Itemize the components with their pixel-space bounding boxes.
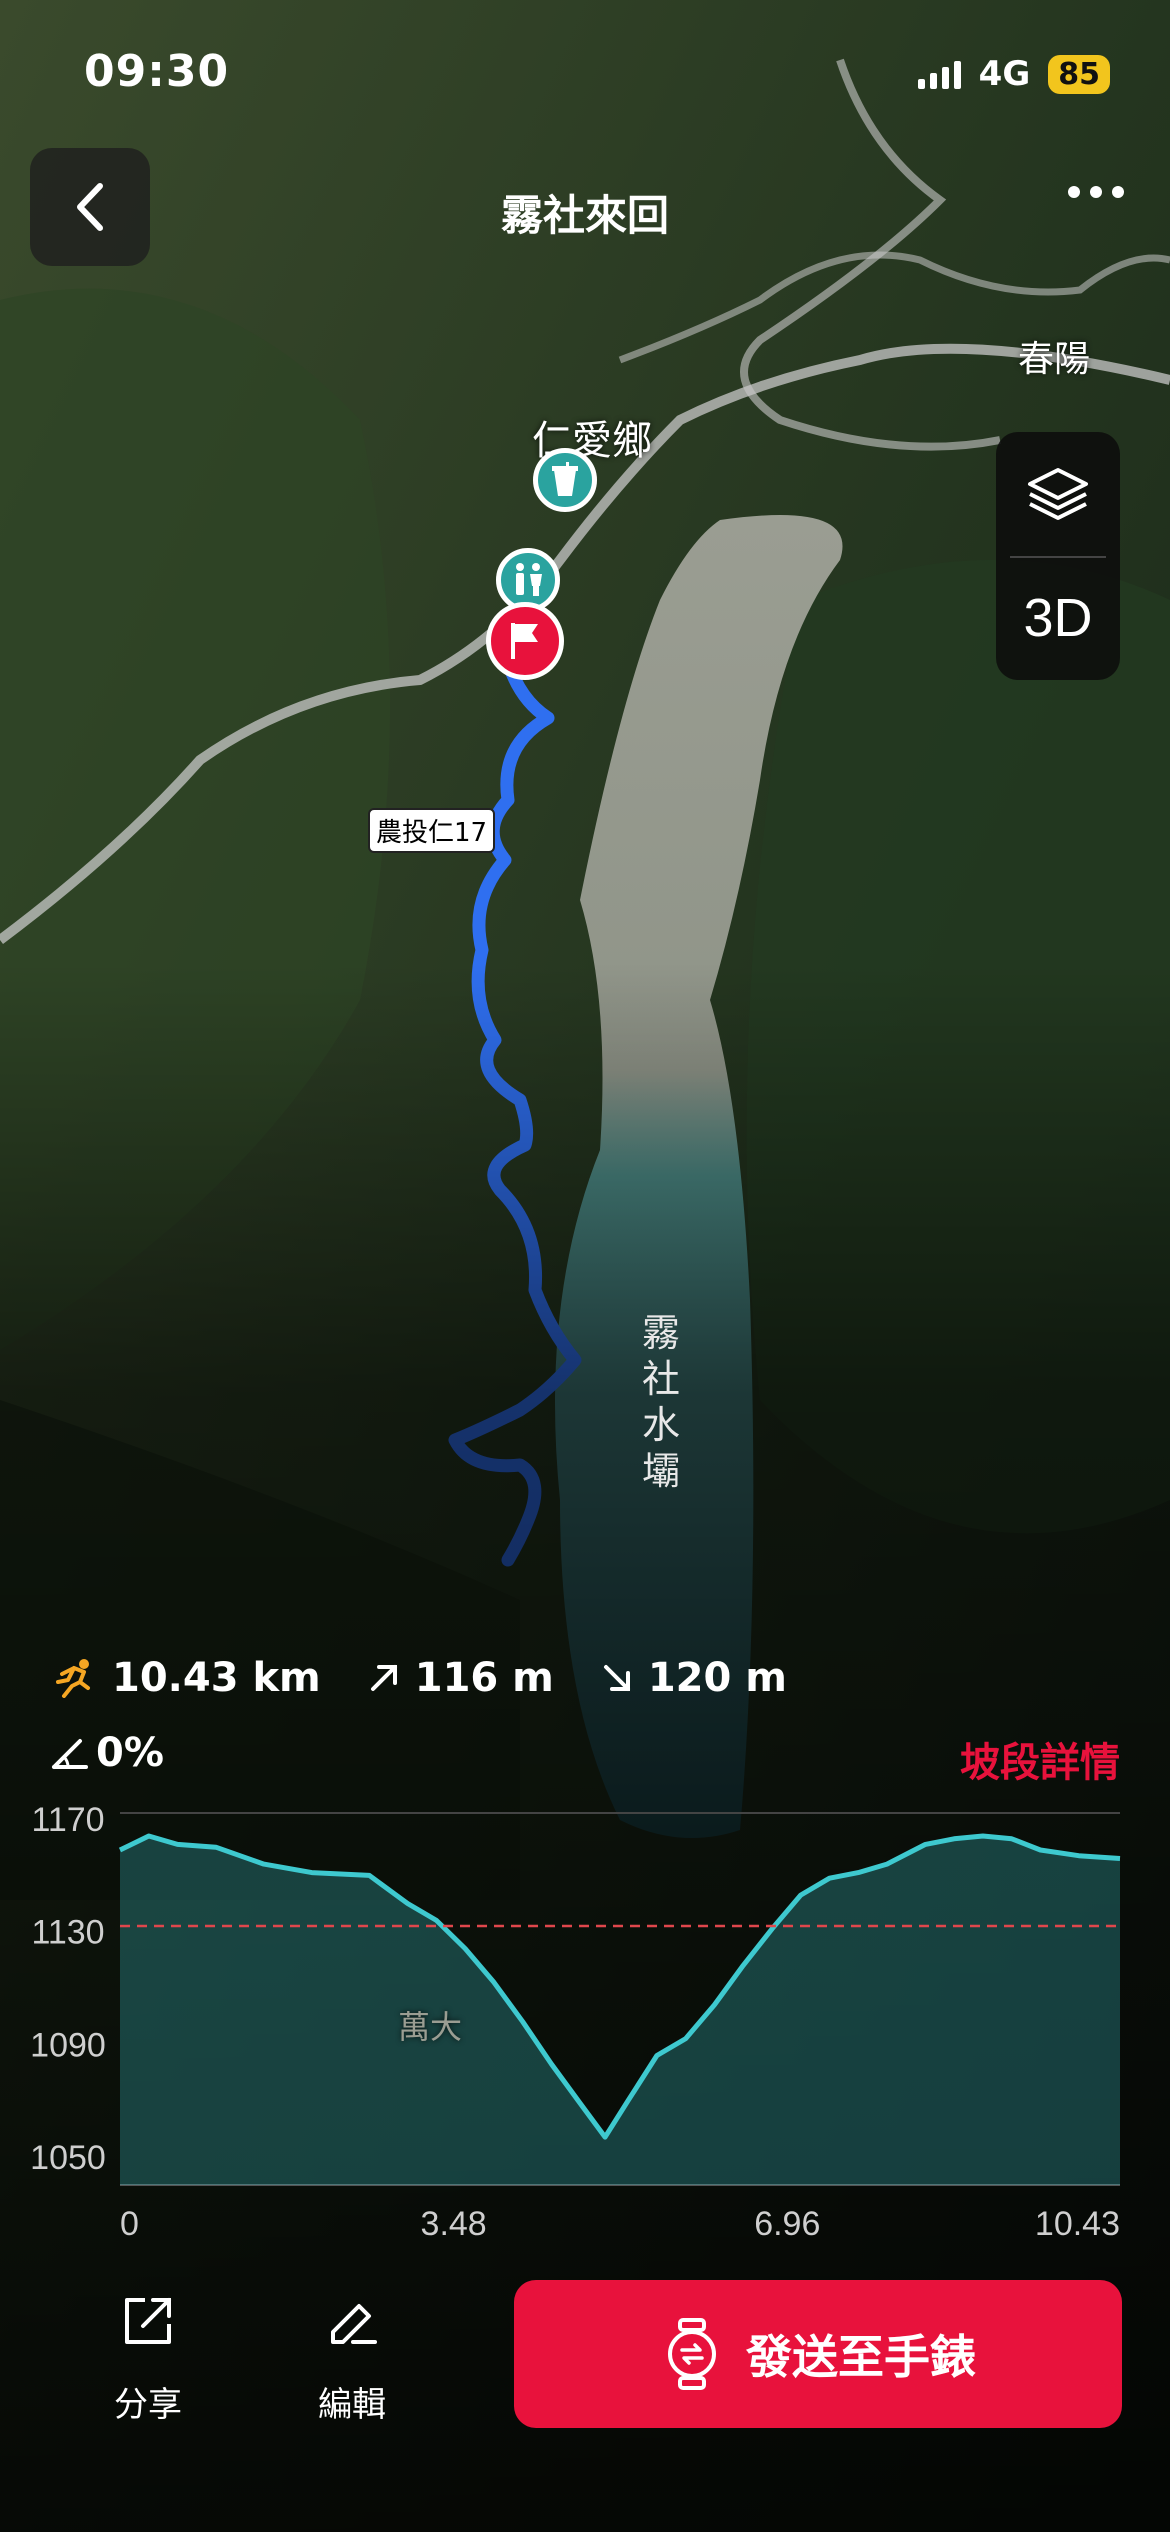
- status-time: 09:30: [84, 46, 230, 97]
- road-label: 農投仁17: [368, 808, 496, 853]
- map-label-reservoir: 霧社水壩: [641, 1311, 680, 1493]
- distance-stat: 10.43 km: [54, 1655, 321, 1701]
- more-dot-icon: [1112, 186, 1124, 198]
- y-tick-label: 1090: [30, 2026, 106, 2064]
- restroom-icon: [516, 563, 542, 596]
- map-label-village: 春陽: [1018, 339, 1091, 380]
- grade-stat: 0%: [50, 1730, 164, 1776]
- map-label-area: 萬大: [398, 2008, 463, 2046]
- angle-icon: [52, 1739, 88, 1769]
- arrow-down-right-icon: [603, 1665, 630, 1691]
- send-label: 發送至手錶: [746, 2330, 976, 2384]
- pencil-icon: [331, 2304, 377, 2344]
- y-tick-label: 1170: [31, 1805, 104, 1839]
- more-dot-icon: [1090, 186, 1102, 198]
- more-dot-icon: [1068, 186, 1080, 198]
- ascent-stat: 116 m: [367, 1655, 554, 1701]
- flag-icon: [511, 623, 538, 659]
- cup-icon: [552, 462, 578, 496]
- elevation-area: [120, 1836, 1120, 2185]
- route-stats: 10.43 km 116 m 120 m: [54, 1655, 833, 1701]
- network-type: 4G: [978, 54, 1031, 94]
- map-controls: 3D: [996, 432, 1120, 680]
- share-label: 分享: [114, 2385, 182, 2425]
- status-icons: 4G 85: [917, 54, 1110, 94]
- send-to-watch-button[interactable]: 發送至手錶: [514, 2280, 1122, 2428]
- signal-icon: [917, 59, 961, 89]
- page-title: 霧社來回: [500, 191, 669, 240]
- elevation-chart[interactable]: 1170 1130 1090 1050 0 3.48 6.96 10.43: [0, 1805, 1170, 2255]
- arrow-up-right-icon: [370, 1665, 397, 1691]
- x-tick-label: 3.48: [421, 2205, 487, 2243]
- watch-sync-icon: [668, 2318, 716, 2390]
- start-flag-marker[interactable]: [486, 602, 564, 680]
- descent-value: 120 m: [647, 1655, 787, 1701]
- slope-details-link[interactable]: 坡段詳情: [960, 1730, 1120, 1788]
- grade-value: 0%: [96, 1730, 164, 1776]
- more-options-button[interactable]: [1068, 186, 1124, 198]
- bottom-actions: 分享 編輯 發送至手錶: [0, 2280, 1170, 2440]
- distance-value: 10.43 km: [112, 1655, 321, 1701]
- x-tick-label: 10.43: [1035, 2205, 1120, 2243]
- share-icon: [125, 2298, 171, 2344]
- edit-label: 編輯: [318, 2385, 386, 2425]
- running-icon: [56, 1659, 90, 1698]
- x-tick-label: 0: [120, 2205, 139, 2243]
- 3d-view-button[interactable]: 3D: [996, 556, 1120, 680]
- drink-marker[interactable]: [533, 448, 597, 512]
- ascent-value: 116 m: [414, 1655, 554, 1701]
- battery-level: 85: [1048, 54, 1110, 94]
- layers-icon: [1028, 468, 1088, 520]
- share-button[interactable]: 分享: [78, 2292, 218, 2426]
- y-tick-label: 1050: [30, 2139, 106, 2177]
- x-tick-label: 6.96: [754, 2205, 820, 2243]
- edit-button[interactable]: 編輯: [282, 2292, 422, 2426]
- layers-button[interactable]: [996, 432, 1120, 556]
- y-tick-label: 1130: [31, 1914, 104, 1952]
- descent-stat: 120 m: [600, 1655, 787, 1701]
